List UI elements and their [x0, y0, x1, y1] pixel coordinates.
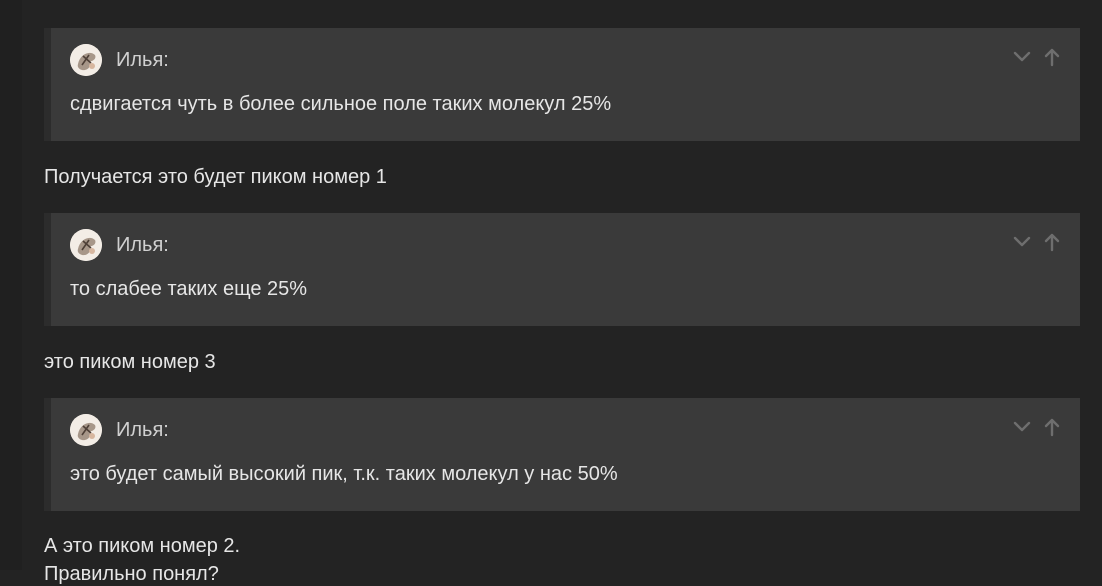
quote-header: Илья: — [70, 43, 1080, 77]
quote-author: Илья: — [116, 233, 169, 256]
quote-controls — [1012, 46, 1062, 68]
left-gutter — [0, 0, 22, 570]
quote-text: это будет самый высокий пик, т.к. таких … — [70, 463, 618, 485]
user-avatar-icon[interactable] — [70, 414, 102, 446]
user-avatar-icon[interactable] — [70, 44, 102, 76]
quote-header: Илья: — [70, 413, 1080, 447]
chevron-down-icon[interactable] — [1012, 416, 1032, 438]
quote-controls — [1012, 416, 1062, 438]
quote-author: Илья: — [116, 48, 169, 71]
arrow-up-icon[interactable] — [1042, 416, 1062, 438]
quote-controls — [1012, 231, 1062, 253]
quoted-message[interactable]: Илья: это будет самый высокий пик, т.к. … — [44, 398, 1080, 511]
arrow-up-icon[interactable] — [1042, 231, 1062, 253]
quote-text: то слабее таких еще 25% — [70, 278, 308, 300]
message-text: это пиком номер 3 — [44, 351, 216, 373]
message-text: Правильно понял? — [44, 563, 219, 585]
quoted-message[interactable]: Илья: то слабее таких еще 25% — [44, 213, 1080, 326]
message-thread: Илья: сдвигается чуть в более сильное по… — [44, 28, 1080, 586]
quoted-message[interactable]: Илья: сдвигается чуть в более сильное по… — [44, 28, 1080, 141]
quote-text: сдвигается чуть в более сильное поле так… — [70, 93, 612, 115]
message-text: А это пиком номер 2. — [44, 535, 241, 557]
arrow-up-icon[interactable] — [1042, 46, 1062, 68]
quote-author: Илья: — [116, 418, 169, 441]
quote-header: Илья: — [70, 228, 1080, 262]
message-text: Получается это будет пиком номер 1 — [44, 166, 387, 188]
chevron-down-icon[interactable] — [1012, 231, 1032, 253]
chevron-down-icon[interactable] — [1012, 46, 1032, 68]
user-avatar-icon[interactable] — [70, 229, 102, 261]
